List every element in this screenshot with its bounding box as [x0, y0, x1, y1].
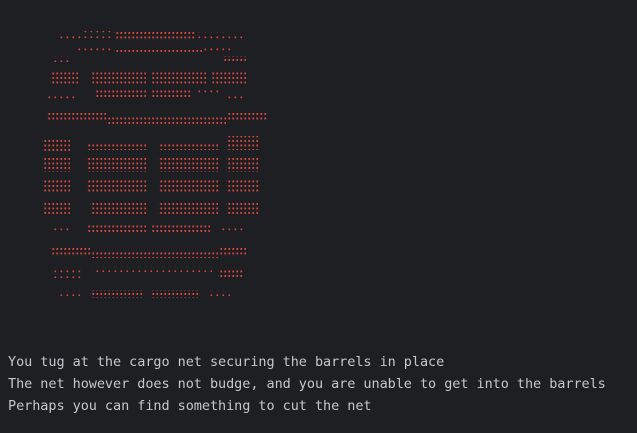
barrel-band-bottom	[50, 246, 246, 258]
barrel-band-top	[46, 112, 268, 124]
barrel-lid	[52, 48, 246, 62]
output-line: The net however does not budge, and you …	[8, 376, 606, 392]
barrel-upper-hoop	[50, 70, 246, 84]
barrel-ascii-art	[0, 0, 637, 310]
output-line: Perhaps you can find something to cut th…	[8, 398, 372, 414]
output-line: You tug at the cargo net securing the ba…	[8, 354, 445, 370]
barrel-braille-drawing	[42, 30, 268, 298]
barrel-lower-shoulder	[50, 224, 244, 234]
terminal-window[interactable]: You tug at the cargo net securing the ba…	[0, 0, 637, 433]
terminal-output: You tug at the cargo net securing the ba…	[8, 351, 606, 417]
barrel-staves	[42, 136, 260, 216]
barrel-bottom-rim	[52, 266, 244, 298]
barrel-top-rim	[60, 30, 242, 40]
barrel-shoulder	[46, 90, 246, 102]
